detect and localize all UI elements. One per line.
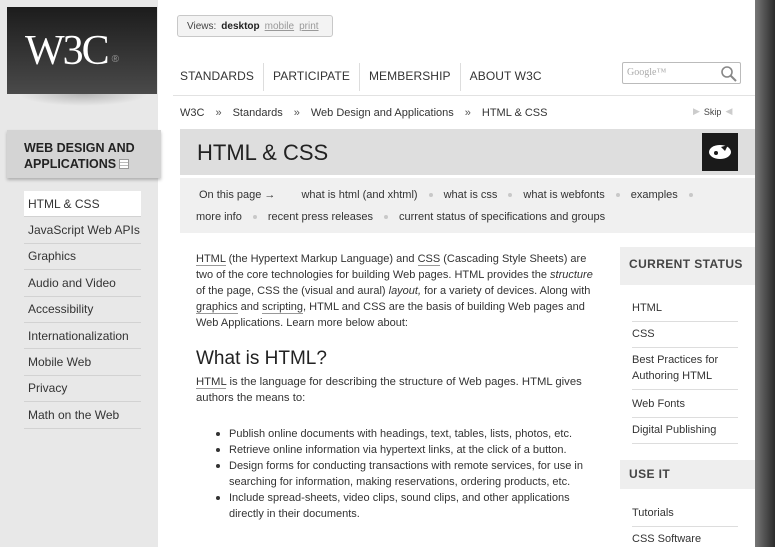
link-press-releases[interactable]: recent press releases — [268, 211, 373, 223]
scripting-link[interactable]: scripting — [262, 301, 304, 314]
link-what-is-css[interactable]: what is css — [444, 189, 498, 201]
skip-link[interactable]: ▶ Skip ◀ — [693, 106, 732, 117]
link-more-info[interactable]: more info — [196, 211, 242, 223]
header-divider — [173, 95, 755, 96]
sidebar-item-internationalization[interactable]: Internationalization — [24, 323, 141, 350]
dot-separator — [615, 193, 620, 197]
css-link[interactable]: CSS — [417, 253, 441, 266]
logo-shadow — [18, 94, 148, 106]
views-switcher: Views: desktop mobile print — [177, 15, 333, 37]
sidebar-title-text: WEB DESIGN AND APPLICATIONS — [24, 141, 135, 171]
list-item: Include spread-sheets, video clips, soun… — [216, 490, 600, 522]
html-capabilities-list: Publish online documents with headings, … — [216, 426, 600, 522]
nav-standards[interactable]: STANDARDS — [180, 69, 254, 91]
status-link-digital-publishing[interactable]: Digital Publishing — [632, 422, 738, 444]
on-this-page-box — [180, 178, 755, 233]
list-item: Retrieve online information via hypertex… — [216, 442, 600, 458]
top-nav: STANDARDS PARTICIPATE MEMBERSHIP ABOUT W… — [180, 63, 560, 91]
search-icon[interactable] — [720, 65, 738, 83]
sidebar-item-math[interactable]: Math on the Web — [24, 402, 141, 429]
sidebar-item-javascript-web-apis[interactable]: JavaScript Web APIs — [24, 217, 141, 244]
html-link[interactable]: HTML — [196, 376, 227, 389]
sidebar-title[interactable]: WEB DESIGN AND APPLICATIONS — [7, 130, 161, 178]
intro-paragraph: HTML (the Hypertext Markup Language) and… — [196, 253, 593, 329]
palette-icon — [709, 145, 731, 159]
triangle-right-icon: ▶ — [693, 106, 700, 116]
sidebar-item-audio-video[interactable]: Audio and Video — [24, 270, 141, 297]
breadcrumb: W3C » Standards » Web Design and Applica… — [180, 107, 547, 119]
sidebar-item-html-css[interactable]: HTML & CSS — [24, 191, 141, 218]
nav-about-w3c[interactable]: ABOUT W3C — [470, 69, 542, 91]
breadcrumb-w3c[interactable]: W3C — [180, 107, 204, 119]
dot-separator — [688, 193, 693, 197]
graphics-link[interactable]: graphics — [196, 301, 238, 314]
document-icon — [119, 159, 130, 169]
breadcrumb-separator: » — [293, 107, 300, 119]
sidebar-item-privacy[interactable]: Privacy — [24, 376, 141, 403]
link-what-is-webfonts[interactable]: what is webfonts — [523, 189, 604, 201]
status-link-css[interactable]: CSS — [632, 326, 738, 348]
list-item: Design forms for conducting transactions… — [216, 458, 600, 490]
breadcrumb-current: HTML & CSS — [481, 107, 548, 119]
use-it-link-css-software[interactable]: CSS Software — [632, 531, 738, 547]
link-examples[interactable]: examples — [631, 189, 678, 201]
link-what-is-html[interactable]: what is html (and xhtml) — [301, 189, 417, 201]
views-label: Views: — [187, 20, 217, 32]
nav-participate[interactable]: PARTICIPATE — [273, 69, 350, 91]
page-title: HTML & CSS — [197, 140, 329, 165]
triangle-left-icon: ◀ — [725, 106, 733, 116]
breadcrumb-web-design[interactable]: Web Design and Applications — [311, 107, 454, 119]
nav-divider — [358, 63, 360, 91]
html-css-category-icon — [702, 133, 738, 171]
what-is-html-heading: What is HTML? — [196, 348, 327, 369]
use-it-heading: USE IT — [620, 460, 755, 489]
w3c-logo[interactable]: W3C ® — [7, 7, 157, 94]
status-link-html[interactable]: HTML — [632, 300, 738, 322]
breadcrumb-separator: » — [464, 107, 471, 119]
html-link[interactable]: HTML — [196, 253, 226, 266]
dot-separator — [428, 193, 433, 197]
breadcrumb-standards[interactable]: Standards — [233, 107, 283, 119]
on-this-page-row: On this page → what is html (and xhtml) … — [199, 189, 704, 201]
status-link-web-fonts[interactable]: Web Fonts — [632, 396, 738, 418]
dot-separator — [252, 215, 257, 219]
on-this-page-row: more info recent press releases current … — [196, 211, 605, 223]
nav-divider — [459, 63, 461, 91]
view-mobile[interactable]: mobile — [265, 21, 294, 32]
sidebar-nav: HTML & CSS JavaScript Web APIs Graphics … — [24, 191, 141, 429]
logo-text: W3C — [25, 27, 110, 74]
on-this-page-label: On this page → — [199, 189, 276, 201]
view-print[interactable]: print — [299, 21, 318, 32]
window-edge — [755, 0, 775, 547]
breadcrumb-separator: » — [215, 107, 222, 119]
use-it-link-tutorials[interactable]: Tutorials — [632, 505, 738, 527]
sidebar-item-graphics[interactable]: Graphics — [24, 244, 141, 271]
sidebar-item-mobile-web[interactable]: Mobile Web — [24, 349, 141, 376]
link-current-status[interactable]: current status of specifications and gro… — [399, 211, 605, 223]
status-link-best-practices[interactable]: Best Practices for Authoring HTML — [632, 352, 738, 390]
registered-mark: ® — [111, 54, 120, 65]
current-status-heading: CURRENT STATUS — [620, 247, 755, 285]
dot-separator — [508, 193, 513, 197]
list-item: Publish online documents with headings, … — [216, 426, 600, 442]
nav-membership[interactable]: MEMBERSHIP — [369, 69, 451, 91]
sidebar-item-accessibility[interactable]: Accessibility — [24, 297, 141, 323]
nav-divider — [263, 63, 265, 91]
what-is-html-paragraph: HTML is the language for describing the … — [196, 376, 582, 404]
dot-separator — [384, 215, 389, 219]
view-desktop[interactable]: desktop — [221, 21, 259, 32]
skip-label: Skip — [703, 106, 722, 117]
